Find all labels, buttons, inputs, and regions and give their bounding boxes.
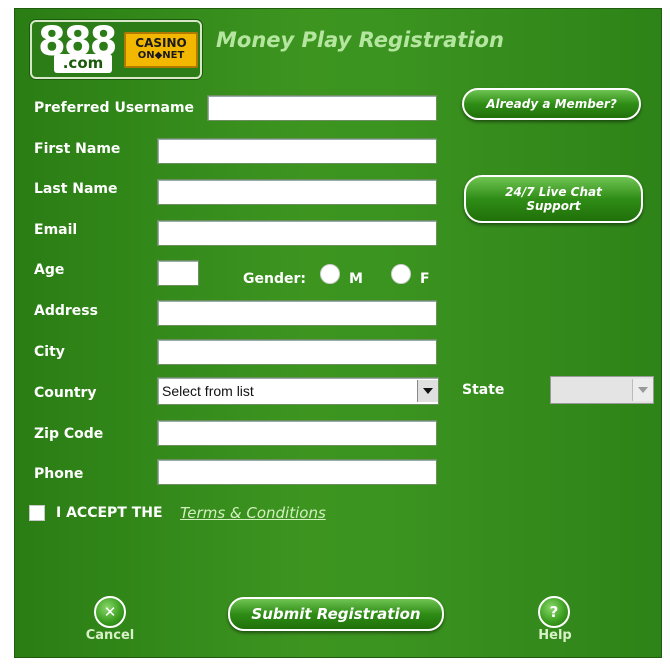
cancel-icon[interactable]: ✕ [94,596,126,628]
logo-com-text: .com [54,54,112,73]
terms-checkbox[interactable] [29,505,45,521]
gender-label: Gender: [243,271,306,287]
logo-casino-line2: ON◆NET [137,50,185,61]
country-label: Country [34,385,97,401]
already-member-button[interactable]: Already a Member? [462,88,641,120]
address-input[interactable] [157,300,437,326]
state-label: State [462,382,505,398]
city-input[interactable] [157,339,437,365]
first-name-input[interactable] [157,138,437,164]
chevron-down-icon[interactable] [417,380,438,402]
accept-text: I ACCEPT THE [56,505,163,521]
gender-f-label: F [420,271,430,287]
gender-m-label: M [349,271,363,287]
chevron-down-icon[interactable] [632,379,653,401]
zip-code-label: Zip Code [34,426,104,442]
zip-code-input[interactable] [157,420,437,446]
last-name-label: Last Name [34,181,118,197]
live-chat-line1: 24/7 Live Chat [505,185,602,199]
username-label: Preferred Username [34,100,195,116]
gender-m-radio[interactable] [320,264,340,284]
logo-casino-badge: CASINO ON◆NET [124,32,198,68]
help-icon[interactable]: ? [538,596,570,628]
age-input[interactable] [157,260,199,286]
help-label[interactable]: Help [513,628,597,643]
state-select[interactable] [550,376,654,404]
terms-link[interactable]: Terms & Conditions [180,504,326,522]
username-input[interactable] [207,95,437,121]
address-label: Address [34,303,98,319]
email-label: Email [34,222,78,238]
brand-logo: 888 .com CASINO ON◆NET [30,20,202,79]
registration-panel: 888 .com CASINO ON◆NET Money Play Regist… [14,8,662,658]
page-title: Money Play Registration [216,28,504,52]
logo-casino-line1: CASINO [135,36,187,50]
email-input[interactable] [157,220,437,246]
phone-input[interactable] [157,459,437,485]
live-chat-line2: Support [526,199,581,213]
live-chat-button[interactable]: 24/7 Live Chat Support [464,175,643,223]
age-label: Age [34,262,65,278]
country-select-value: Select from list [162,383,254,399]
cancel-label[interactable]: Cancel [68,628,152,643]
first-name-label: First Name [34,141,121,157]
last-name-input[interactable] [157,179,437,205]
gender-f-radio[interactable] [391,264,411,284]
city-label: City [34,344,65,360]
phone-label: Phone [34,466,84,482]
country-select[interactable]: Select from list [157,377,439,405]
submit-registration-button[interactable]: Submit Registration [228,597,444,631]
